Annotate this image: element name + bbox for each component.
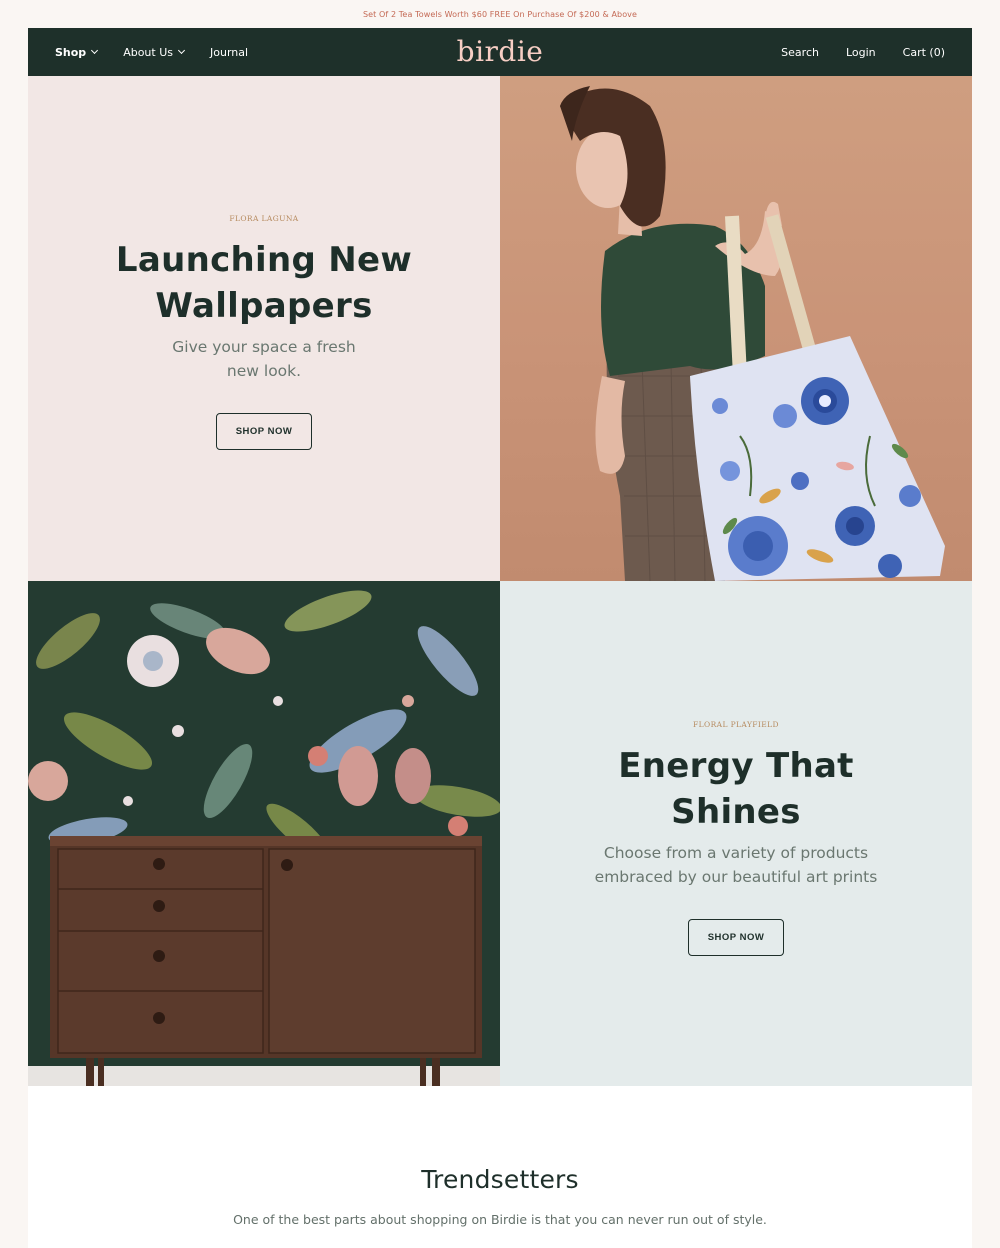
subtitle-line-2: embraced by our beautiful art prints	[594, 868, 878, 886]
hero-tile-wallpapers: FLORA LAGUNA Launching New Wallpapers Gi…	[28, 76, 500, 581]
hero-copy-energy: FLORAL PLAYFIELD Energy That Shines Choo…	[500, 720, 972, 956]
nav-right: Search Login Cart (0)	[781, 46, 945, 59]
login-link[interactable]: Login	[846, 46, 876, 59]
eyebrow-flora-laguna: FLORA LAGUNA	[229, 214, 299, 223]
section-title: Trendsetters	[421, 1165, 579, 1194]
subtitle-line-1: Give your space a fresh	[172, 338, 356, 356]
woman-with-tote-illustration	[560, 86, 945, 581]
wooden-cabinet	[50, 836, 482, 1086]
nav-journal[interactable]: Journal	[210, 46, 248, 59]
nav-shop[interactable]: Shop	[55, 45, 99, 59]
chevron-down-icon	[91, 46, 99, 55]
hero-image-tote-bag[interactable]	[500, 76, 972, 581]
main-nav: Shop About Us Journal birdie Search Logi…	[28, 28, 972, 76]
hero-image-wallpaper-cabinet[interactable]	[28, 581, 500, 1086]
headline-wallpapers: Launching New Wallpapers	[28, 237, 500, 329]
subtitle-wallpapers: Give your space a fresh new look.	[28, 335, 500, 383]
nav-about-us[interactable]: About Us	[123, 45, 186, 59]
search-link[interactable]: Search	[781, 46, 819, 59]
nav-left: Shop About Us Journal	[55, 46, 248, 59]
trendsetters-section: Trendsetters One of the best parts about…	[28, 1086, 972, 1248]
headline-line-1: Energy That	[618, 746, 854, 786]
eyebrow-floral-playfield: FLORAL PLAYFIELD	[693, 720, 779, 729]
shop-now-button[interactable]: SHOP NOW	[216, 413, 312, 450]
subtitle-energy: Choose from a variety of products embrac…	[500, 841, 972, 889]
headline-line-2: Shines	[671, 792, 801, 832]
section-description: One of the best parts about shopping on …	[233, 1212, 767, 1227]
shop-now-button[interactable]: SHOP NOW	[688, 919, 784, 956]
chevron-down-icon	[177, 46, 186, 55]
headline-energy: Energy That Shines	[500, 743, 972, 835]
subtitle-line-1: Choose from a variety of products	[603, 844, 869, 862]
announcement-bar: Set Of 2 Tea Towels Worth $60 FREE On Pu…	[362, 9, 638, 19]
nav-shop-label: Shop	[55, 45, 87, 59]
hero-tile-energy: FLORAL PLAYFIELD Energy That Shines Choo…	[500, 581, 972, 1086]
headline-line-1: Launching New	[115, 240, 413, 280]
cart-link[interactable]: Cart (0)	[903, 46, 945, 59]
brand-logo[interactable]: birdie	[457, 35, 544, 68]
hero-copy-wallpapers: FLORA LAGUNA Launching New Wallpapers Gi…	[28, 214, 500, 450]
headline-line-2: Wallpapers	[155, 286, 373, 326]
floral-wallpaper-illustration	[28, 581, 500, 1086]
nav-journal-label: Journal	[210, 45, 249, 59]
nav-about-label: About Us	[123, 45, 173, 59]
subtitle-line-2: new look.	[226, 362, 302, 380]
